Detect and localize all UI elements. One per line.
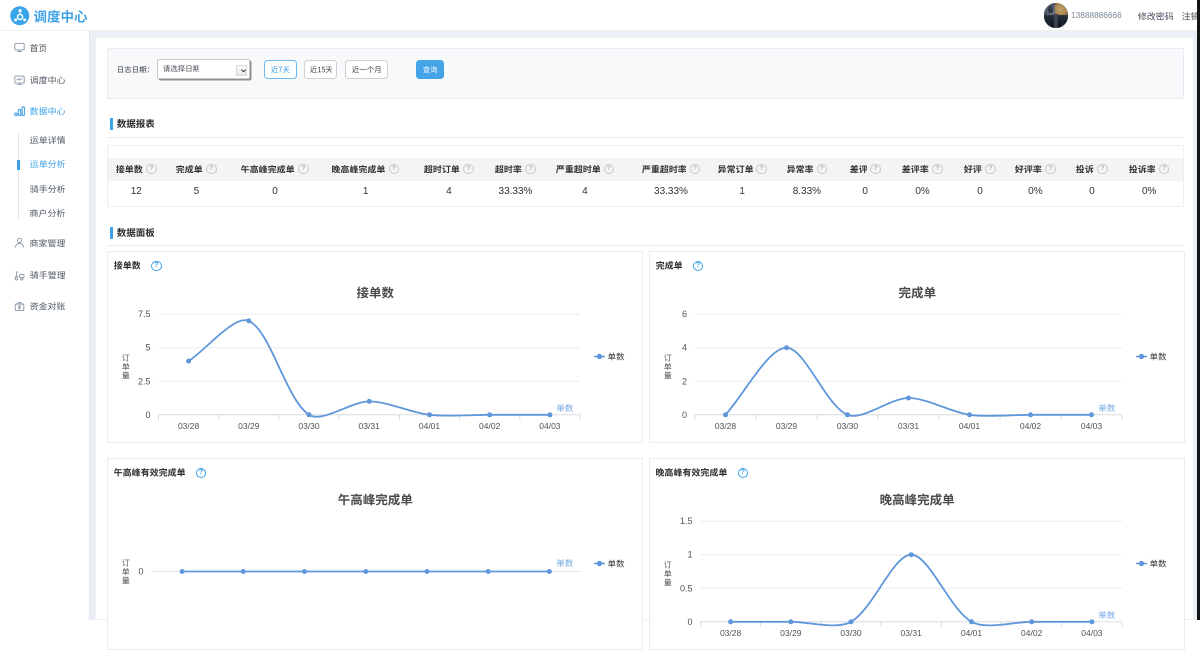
svg-text:03/31: 03/31	[897, 420, 919, 430]
svg-text:03/31: 03/31	[358, 420, 380, 430]
svg-text:04/02: 04/02	[1019, 420, 1041, 430]
svg-text:0: 0	[145, 409, 150, 419]
svg-text:1.5: 1.5	[679, 516, 692, 526]
svg-text:04/03: 04/03	[539, 420, 561, 430]
svg-text:03/30: 03/30	[836, 420, 858, 430]
svg-text:04/03: 04/03	[1081, 627, 1103, 637]
svg-text:0: 0	[138, 566, 143, 576]
svg-text:03/30: 03/30	[840, 627, 862, 637]
svg-text:03/28: 03/28	[719, 627, 741, 637]
svg-text:4: 4	[681, 342, 686, 352]
svg-text:0: 0	[681, 409, 686, 419]
svg-text:04/02: 04/02	[1021, 627, 1043, 637]
svg-text:7.5: 7.5	[137, 309, 150, 319]
svg-text:6: 6	[681, 309, 686, 319]
svg-text:04/01: 04/01	[958, 420, 980, 430]
svg-text:1: 1	[687, 549, 692, 559]
svg-text:2: 2	[681, 376, 686, 386]
svg-text:03/29: 03/29	[238, 420, 260, 430]
svg-text:2.5: 2.5	[137, 376, 150, 386]
svg-text:04/03: 04/03	[1080, 420, 1102, 430]
svg-text:5: 5	[145, 342, 150, 352]
svg-text:03/29: 03/29	[780, 627, 802, 637]
svg-text:0: 0	[687, 616, 692, 626]
svg-text:0.5: 0.5	[679, 583, 692, 593]
svg-text:04/01: 04/01	[960, 627, 982, 637]
svg-text:03/29: 03/29	[775, 420, 797, 430]
svg-text:04/02: 04/02	[479, 420, 501, 430]
svg-text:03/30: 03/30	[298, 420, 320, 430]
svg-text:04/01: 04/01	[418, 420, 440, 430]
svg-text:03/28: 03/28	[177, 420, 199, 430]
svg-text:03/28: 03/28	[714, 420, 736, 430]
svg-text:03/31: 03/31	[900, 627, 922, 637]
